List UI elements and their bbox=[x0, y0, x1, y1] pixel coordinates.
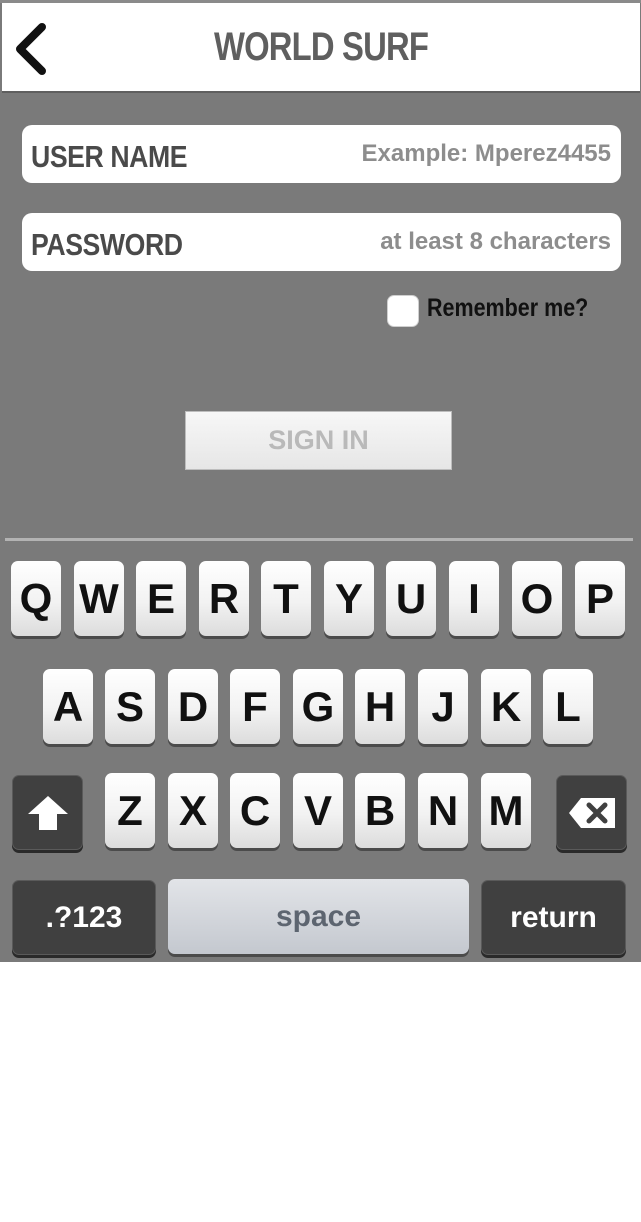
username-label: USER NAME bbox=[31, 139, 188, 174]
shift-key[interactable] bbox=[12, 775, 83, 850]
key-d[interactable]: D bbox=[168, 669, 218, 744]
key-r[interactable]: R bbox=[199, 561, 249, 636]
password-input[interactable] bbox=[279, 227, 613, 257]
key-m[interactable]: M bbox=[481, 773, 531, 848]
key-w[interactable]: W bbox=[74, 561, 124, 636]
backspace-icon bbox=[568, 797, 615, 828]
key-o[interactable]: O bbox=[512, 561, 562, 636]
return-key[interactable]: return bbox=[481, 880, 626, 955]
key-c[interactable]: C bbox=[230, 773, 280, 848]
key-y[interactable]: Y bbox=[324, 561, 374, 636]
username-field[interactable]: USER NAME bbox=[22, 125, 621, 183]
key-g[interactable]: G bbox=[293, 669, 343, 744]
key-q[interactable]: Q bbox=[11, 561, 61, 636]
key-u[interactable]: U bbox=[386, 561, 436, 636]
back-button[interactable] bbox=[10, 21, 50, 77]
backspace-key[interactable] bbox=[556, 775, 627, 850]
key-x[interactable]: X bbox=[168, 773, 218, 848]
keyboard-divider bbox=[5, 538, 633, 541]
key-f[interactable]: F bbox=[230, 669, 280, 744]
username-input[interactable] bbox=[279, 139, 613, 169]
key-b[interactable]: B bbox=[355, 773, 405, 848]
key-z[interactable]: Z bbox=[105, 773, 155, 848]
numbers-key[interactable]: .?123 bbox=[12, 880, 156, 955]
key-n[interactable]: N bbox=[418, 773, 468, 848]
key-p[interactable]: P bbox=[575, 561, 625, 636]
key-e[interactable]: E bbox=[136, 561, 186, 636]
password-field[interactable]: PASSWORD bbox=[22, 213, 621, 271]
key-h[interactable]: H bbox=[355, 669, 405, 744]
key-l[interactable]: L bbox=[543, 669, 593, 744]
key-j[interactable]: J bbox=[418, 669, 468, 744]
sign-in-button[interactable]: SIGN IN bbox=[185, 411, 452, 470]
remember-checkbox[interactable] bbox=[387, 295, 419, 327]
app-title: WORLD SURF bbox=[213, 25, 429, 69]
key-s[interactable]: S bbox=[105, 669, 155, 744]
header-bar: WORLD SURF bbox=[2, 3, 640, 93]
key-k[interactable]: K bbox=[481, 669, 531, 744]
key-t[interactable]: T bbox=[261, 561, 311, 636]
password-label: PASSWORD bbox=[31, 227, 183, 262]
app-screen: WORLD SURF USER NAME PASSWORD Remember m… bbox=[0, 0, 641, 962]
chevron-left-icon bbox=[16, 23, 46, 75]
key-v[interactable]: V bbox=[293, 773, 343, 848]
key-a[interactable]: A bbox=[43, 669, 93, 744]
shift-arrow-icon bbox=[27, 795, 68, 830]
remember-label: Remember me? bbox=[427, 294, 589, 322]
space-key[interactable]: space bbox=[168, 879, 469, 954]
key-i[interactable]: I bbox=[449, 561, 499, 636]
